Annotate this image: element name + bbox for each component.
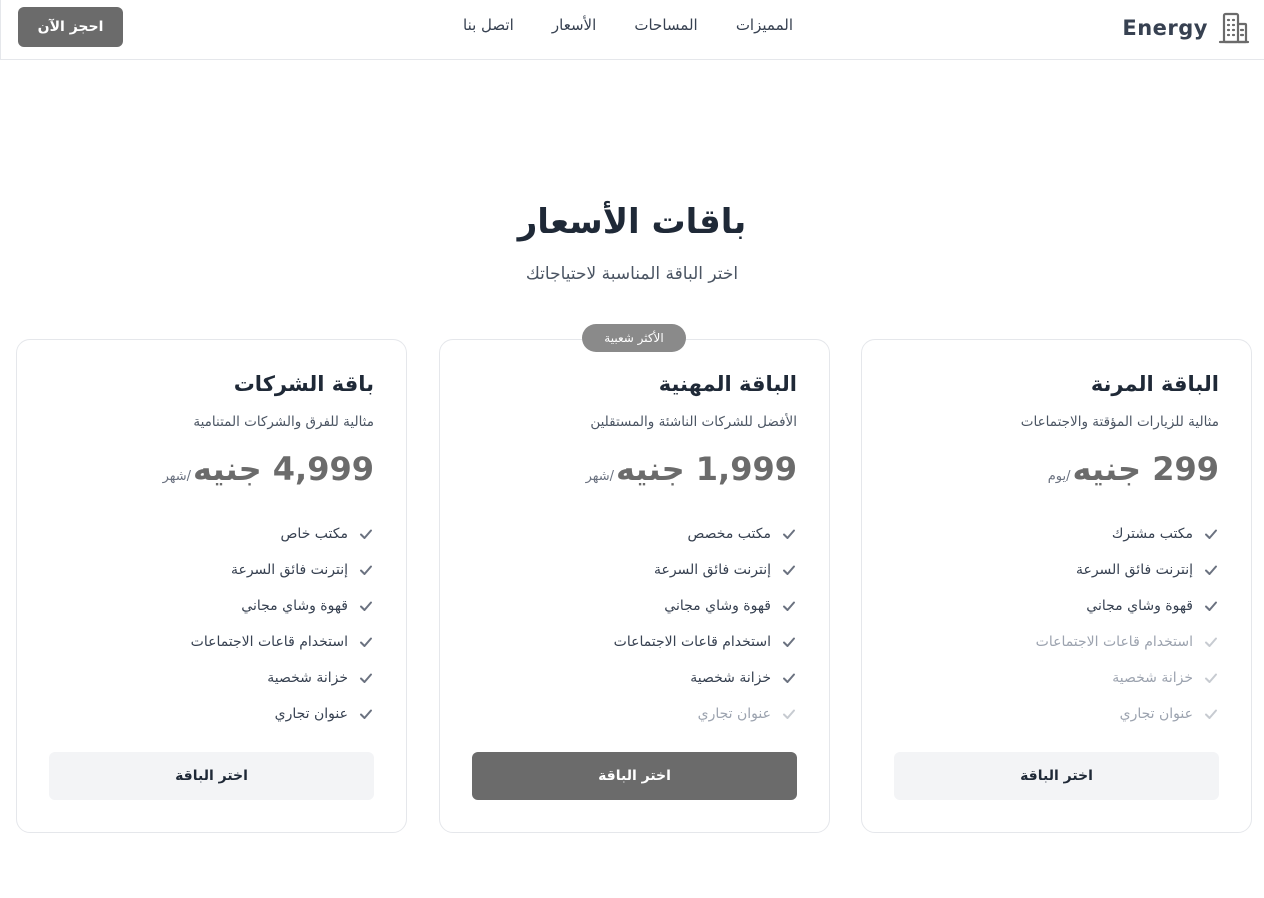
plan-card-business: باقة الشركات مثالية للفرق والشركات المتن… (16, 339, 407, 833)
site-header: Energy المميزات المساحات الأسعار اتصل بن… (0, 0, 1264, 60)
check-icon (783, 601, 795, 611)
nav-pricing[interactable]: الأسعار (552, 16, 596, 34)
feature-label: قهوة وشاي مجاني (241, 598, 348, 614)
feature-label: خزانة شخصية (690, 670, 771, 686)
choose-plan-button[interactable]: اختر الباقة (472, 752, 797, 800)
plan-name: باقة الشركات (233, 372, 374, 396)
most-popular-badge: الأكثر شعبية (582, 324, 686, 352)
plan-period: /شهر (585, 469, 615, 484)
check-icon (360, 637, 372, 647)
feature-label: إنترنت فائق السرعة (230, 562, 348, 578)
feature-item: خزانة شخصية (472, 660, 797, 696)
choose-plan-button[interactable]: اختر الباقة (894, 752, 1219, 800)
feature-item: عنوان تجاري (894, 696, 1219, 732)
feature-item: عنوان تجاري (472, 696, 797, 732)
feature-label: عنوان تجاري (274, 706, 348, 722)
feature-item: خزانة شخصية (894, 660, 1219, 696)
feature-item: قهوة وشاي مجاني (49, 588, 374, 624)
price-row: 4,999 جنيه /شهر (163, 450, 374, 488)
feature-item: إنترنت فائق السرعة (49, 552, 374, 588)
feature-item: مكتب خاص (49, 516, 374, 552)
choose-plan-button[interactable]: اختر الباقة (49, 752, 374, 800)
feature-list: مكتب خاص إنترنت فائق السرعة قهوة وشاي مجان… (49, 516, 374, 732)
feature-item: استخدام قاعات الاجتماعات (472, 624, 797, 660)
check-icon (783, 565, 795, 575)
check-icon (360, 529, 372, 539)
feature-label: خزانة شخصية (267, 670, 348, 686)
plan-description: مثالية للزيارات المؤقتة والاجتماعات (1020, 414, 1219, 430)
plan-card-flexible: الباقة المرنة مثالية للزيارات المؤقتة وا… (861, 339, 1252, 833)
price-row: 299 جنيه /يوم (1048, 450, 1219, 488)
feature-label: إنترنت فائق السرعة (653, 562, 771, 578)
book-now-button[interactable]: احجز الآن (18, 7, 123, 47)
check-icon (783, 637, 795, 647)
price-row: 1,999 جنيه /شهر (586, 450, 797, 488)
check-icon (360, 673, 372, 683)
check-icon (1205, 529, 1217, 539)
feature-label: إنترنت فائق السرعة (1075, 562, 1193, 578)
feature-item: مكتب مخصص (472, 516, 797, 552)
feature-label: قهوة وشاي مجاني (664, 598, 771, 614)
plan-name: الباقة المهنية (658, 372, 797, 396)
feature-item: قهوة وشاي مجاني (894, 588, 1219, 624)
feature-item: إنترنت فائق السرعة (894, 552, 1219, 588)
check-icon (783, 673, 795, 683)
feature-label: استخدام قاعات الاجتماعات (613, 634, 771, 650)
plan-period: /يوم (1047, 469, 1071, 484)
feature-item: قهوة وشاي مجاني (472, 588, 797, 624)
pricing-subtitle: اختر الباقة المناسبة لاحتياجاتك (525, 264, 739, 284)
feature-list: مكتب مشترك إنترنت فائق السرعة قهوة وشاي مج… (894, 516, 1219, 732)
check-icon (783, 529, 795, 539)
plan-description: الأفضل للشركات الناشئة والمستقلين (590, 414, 797, 430)
check-icon (1205, 673, 1217, 683)
pricing-title: باقات الأسعار (517, 202, 747, 242)
check-icon (360, 601, 372, 611)
feature-label: استخدام قاعات الاجتماعات (190, 634, 348, 650)
check-icon (783, 709, 795, 719)
feature-label: خزانة شخصية (1112, 670, 1193, 686)
feature-item: خزانة شخصية (49, 660, 374, 696)
nav-contact[interactable]: اتصل بنا (463, 16, 514, 34)
check-icon (1205, 637, 1217, 647)
feature-label: مكتب مخصص (687, 526, 771, 542)
check-icon (1205, 709, 1217, 719)
plan-price: 4,999 جنيه (193, 450, 374, 488)
plan-card-professional: الباقة المهنية الأفضل للشركات الناشئة وا… (439, 339, 830, 833)
plan-name: الباقة المرنة (1090, 372, 1219, 396)
feature-list: مكتب مخصص إنترنت فائق السرعة قهوة وشاي مجا… (472, 516, 797, 732)
nav-spaces[interactable]: المساحات (634, 16, 697, 34)
feature-item: استخدام قاعات الاجتماعات (894, 624, 1219, 660)
check-icon (1205, 601, 1217, 611)
plan-price: 1,999 جنيه (616, 450, 797, 488)
feature-item: استخدام قاعات الاجتماعات (49, 624, 374, 660)
plan-price: 299 جنيه (1072, 450, 1219, 488)
feature-label: عنوان تجاري (1119, 706, 1193, 722)
main-nav: المميزات المساحات الأسعار اتصل بنا (463, 16, 793, 34)
plan-description: مثالية للفرق والشركات المتنامية (193, 414, 374, 430)
feature-label: عنوان تجاري (697, 706, 771, 722)
check-icon (1205, 565, 1217, 575)
feature-label: استخدام قاعات الاجتماعات (1035, 634, 1193, 650)
check-icon (360, 709, 372, 719)
nav-features[interactable]: المميزات (736, 16, 793, 34)
check-icon (360, 565, 372, 575)
feature-label: مكتب خاص (280, 526, 349, 542)
feature-label: قهوة وشاي مجاني (1086, 598, 1193, 614)
feature-item: إنترنت فائق السرعة (472, 552, 797, 588)
brand[interactable]: Energy (1122, 10, 1250, 46)
brand-name: Energy (1122, 16, 1208, 40)
plan-period: /شهر (162, 469, 192, 484)
building-icon (1218, 12, 1250, 44)
feature-label: مكتب مشترك (1111, 526, 1193, 542)
feature-item: مكتب مشترك (894, 516, 1219, 552)
feature-item: عنوان تجاري (49, 696, 374, 732)
